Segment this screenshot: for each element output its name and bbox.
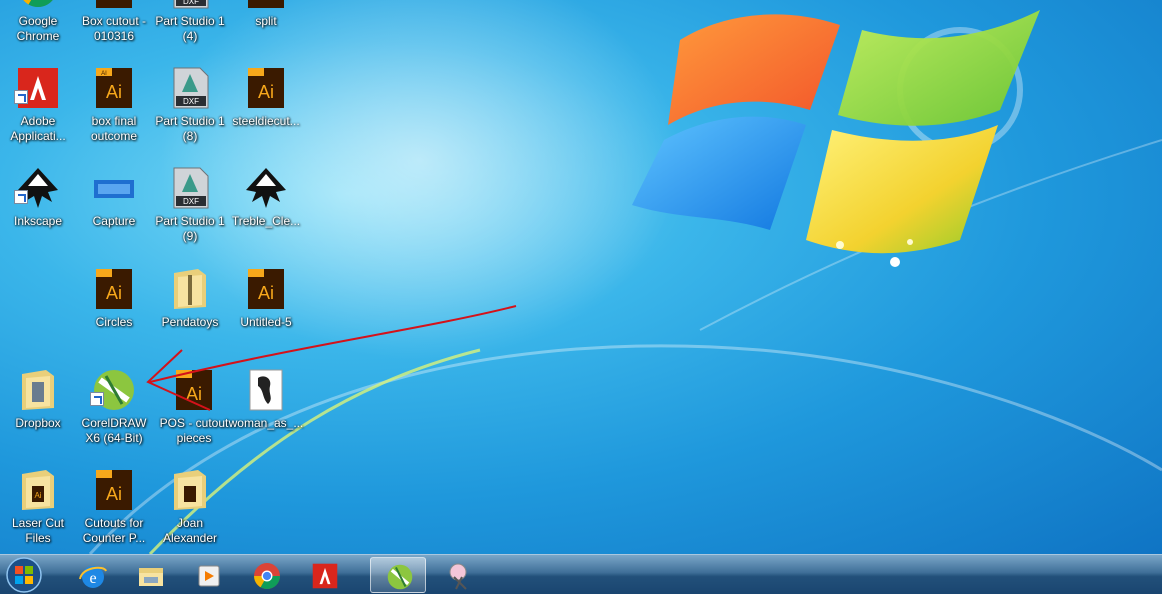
windows-orb-icon[interactable] bbox=[4, 556, 44, 594]
desktop-icon-label: Inkscape bbox=[13, 214, 63, 228]
folder-icon bbox=[174, 470, 206, 510]
svg-text:DXF: DXF bbox=[183, 197, 199, 206]
folder-icon bbox=[22, 370, 54, 410]
ai-file-icon: Ai bbox=[248, 68, 284, 108]
desktop-icon-label: CorelDRAW X6 (64-Bit) bbox=[81, 416, 147, 445]
desktop[interactable]: Google Chrome Adobe Applicati... Inkscap… bbox=[0, 0, 1162, 554]
desktop-icon-steeldiecut[interactable]: Ai steeldiecut... bbox=[228, 60, 304, 156]
media-player-icon bbox=[198, 565, 220, 587]
desktop-icon-label: Part Studio 1 (8) bbox=[155, 114, 225, 143]
taskbar-coreldraw[interactable] bbox=[370, 557, 426, 593]
dxf-file-icon: DXF bbox=[173, 67, 209, 109]
desktop-icon-capture[interactable]: Capture bbox=[76, 160, 152, 256]
shortcut-arrow-icon bbox=[14, 90, 28, 104]
desktop-icon-split[interactable]: Ai split bbox=[228, 0, 304, 56]
adobe-icon bbox=[312, 563, 338, 589]
chrome-icon bbox=[23, 0, 53, 8]
desktop-icon-label: Capture bbox=[92, 214, 136, 228]
desktop-icon-label: Dropbox bbox=[15, 416, 61, 430]
desktop-icon-label: Treble_Cle... bbox=[231, 214, 301, 228]
coreldraw-icon bbox=[387, 564, 413, 590]
desktop-icon-cutouts-for-counter[interactable]: Ai Cutouts for Counter P... bbox=[76, 462, 152, 554]
taskbar-media-player[interactable] bbox=[180, 557, 236, 593]
ai-tag: AI bbox=[101, 71, 107, 77]
ie-icon: e bbox=[79, 566, 107, 588]
desktop-icon-pos-cutout-pieces[interactable]: Ai POS - cutout pieces bbox=[156, 362, 232, 458]
svg-text:Ai: Ai bbox=[258, 283, 274, 303]
desktop-icon-adobe-application-manager[interactable]: Adobe Applicati... bbox=[0, 60, 76, 156]
desktop-icon-woman-as[interactable]: woman_as_... bbox=[228, 362, 304, 458]
ai-file-icon: Ai bbox=[96, 269, 132, 309]
svg-text:e: e bbox=[89, 570, 96, 587]
taskbar-internet-explorer[interactable]: e bbox=[64, 557, 120, 593]
ai-file-icon: Ai bbox=[96, 0, 132, 8]
shortcut-arrow-icon bbox=[90, 392, 104, 406]
desktop-icon-label: POS - cutout pieces bbox=[159, 416, 229, 445]
desktop-icon-label: Untitled-5 bbox=[240, 315, 292, 329]
desktop-icon-box-final-outcome[interactable]: AI Ai box final outcome bbox=[76, 60, 152, 156]
folder-icon bbox=[139, 568, 163, 586]
svg-text:Ai: Ai bbox=[106, 283, 122, 303]
svg-text:Ai: Ai bbox=[34, 491, 41, 500]
desktop-icon-part-studio-8[interactable]: DXF Part Studio 1 (8) bbox=[152, 60, 228, 156]
desktop-icon-untitled-5[interactable]: Ai Untitled-5 bbox=[228, 261, 304, 357]
taskbar-adobe[interactable] bbox=[296, 557, 352, 593]
dxf-file-icon: DXF bbox=[173, 0, 209, 9]
desktop-icon-circles[interactable]: Ai Circles bbox=[76, 261, 152, 357]
zip-folder-icon bbox=[174, 269, 206, 309]
image-file-icon bbox=[249, 369, 283, 411]
ai-file-icon: AI Ai bbox=[96, 68, 132, 108]
svg-text:Ai: Ai bbox=[258, 0, 274, 2]
ai-file-icon: Ai bbox=[248, 269, 284, 309]
desktop-icon-google-chrome[interactable]: Google Chrome bbox=[0, 0, 76, 56]
svg-text:Ai: Ai bbox=[106, 0, 122, 2]
inkscape-icon bbox=[246, 168, 286, 208]
folder-icon: Ai bbox=[22, 470, 54, 510]
svg-text:DXF: DXF bbox=[183, 0, 199, 6]
desktop-icon-label: Joan Alexander bbox=[162, 516, 218, 545]
taskbar: e bbox=[0, 554, 1162, 594]
desktop-icon-label: Cutouts for Counter P... bbox=[82, 516, 146, 545]
desktop-icon-pendatoys[interactable]: Pendatoys bbox=[152, 261, 228, 357]
svg-text:Ai: Ai bbox=[258, 82, 274, 102]
desktop-icon-dropbox[interactable]: Dropbox bbox=[0, 362, 76, 458]
chrome-icon bbox=[254, 563, 280, 589]
taskbar-google-chrome[interactable] bbox=[238, 557, 294, 593]
desktop-icon-joan-alexander[interactable]: Joan Alexander bbox=[152, 462, 228, 554]
snipping-tool-icon bbox=[449, 563, 467, 590]
dxf-badge: DXF bbox=[183, 97, 199, 106]
desktop-icon-label: Circles bbox=[95, 315, 133, 329]
image-file-icon bbox=[94, 180, 134, 198]
desktop-icon-label: steeldiecut... bbox=[232, 114, 300, 128]
desktop-icon-laser-cut-files[interactable]: Ai Laser Cut Files bbox=[0, 462, 76, 554]
svg-text:Ai: Ai bbox=[186, 384, 202, 404]
taskbar-windows-explorer[interactable] bbox=[122, 557, 178, 593]
desktop-icon-label: Box cutout - 010316 bbox=[81, 14, 147, 43]
desktop-icon-label: Pendatoys bbox=[161, 315, 219, 329]
ai-badge: Ai bbox=[106, 82, 122, 102]
desktop-icon-inkscape[interactable]: Inkscape bbox=[0, 160, 76, 256]
dxf-file-icon: DXF bbox=[173, 167, 209, 209]
desktop-icon-treble-clef[interactable]: Treble_Cle... bbox=[228, 160, 304, 256]
shortcut-arrow-icon bbox=[14, 190, 28, 204]
svg-text:Ai: Ai bbox=[106, 484, 122, 504]
desktop-icon-label: Laser Cut Files bbox=[11, 516, 65, 545]
desktop-icon-box-cutout[interactable]: Ai Box cutout - 010316 bbox=[76, 0, 152, 56]
taskbar-snipping-tool[interactable] bbox=[432, 557, 488, 593]
desktop-icon-label: Adobe Applicati... bbox=[10, 114, 66, 143]
desktop-icon-label: Part Studio 1 (9) bbox=[155, 214, 225, 243]
desktop-icon-label: Google Chrome bbox=[16, 14, 60, 43]
desktop-icon-label: Part Studio 1 (4) bbox=[155, 14, 225, 43]
desktop-icon-part-studio-9[interactable]: DXF Part Studio 1 (9) bbox=[152, 160, 228, 256]
desktop-icon-label: box final outcome bbox=[90, 114, 138, 143]
ai-file-icon: Ai bbox=[248, 0, 284, 8]
ai-file-icon: Ai bbox=[176, 370, 212, 410]
desktop-icon-coreldraw[interactable]: CorelDRAW X6 (64-Bit) bbox=[76, 362, 152, 458]
ai-file-icon: Ai bbox=[96, 470, 132, 510]
desktop-icon-label: woman_as_... bbox=[228, 416, 304, 430]
desktop-icon-part-studio-4[interactable]: DXF Part Studio 1 (4) bbox=[152, 0, 228, 56]
desktop-icon-label: split bbox=[255, 14, 277, 28]
